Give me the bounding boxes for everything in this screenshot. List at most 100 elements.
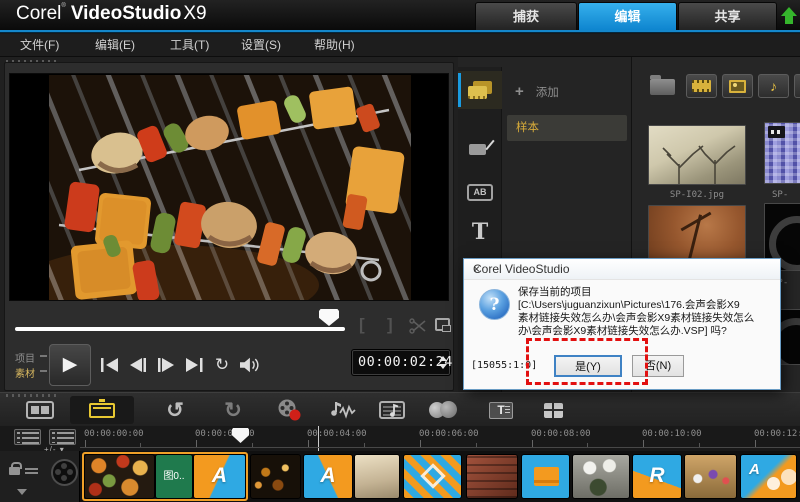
video-frame bbox=[9, 73, 449, 301]
filter-photo-button[interactable] bbox=[722, 74, 753, 98]
ruler-tick bbox=[755, 440, 756, 448]
message-line: 办\会声会影X9素材链接失效怎么办.VSP] 吗? bbox=[518, 325, 727, 337]
timeline-clip-grill[interactable] bbox=[466, 454, 518, 499]
timeline-ruler[interactable]: 00:00:00:00 00:00:02:00 00:00:04:00 00:0… bbox=[80, 426, 800, 451]
thumbnail-caption: SP- bbox=[772, 190, 789, 200]
transition-ab-icon: AB bbox=[467, 183, 493, 201]
ruler-tick bbox=[364, 443, 365, 448]
menu-settings[interactable]: 设置(S) bbox=[241, 34, 281, 57]
dialog-title-bar[interactable]: Corel VideoStudio × bbox=[464, 259, 780, 280]
category-media[interactable] bbox=[458, 71, 502, 109]
track-manager-button[interactable] bbox=[14, 429, 41, 445]
message-line: 素材链接失效怎么办\会声会影X9素材链接失效怎么 bbox=[518, 312, 755, 324]
position-line bbox=[318, 426, 319, 451]
yes-button[interactable]: 是(Y) bbox=[554, 355, 622, 377]
scrubber-handle[interactable] bbox=[319, 309, 339, 326]
timeline-transition-diamond[interactable] bbox=[403, 454, 462, 499]
message-line: [C:\Users\juguanzixun\Pictures\176.会声会影X… bbox=[518, 299, 740, 311]
volume-button[interactable] bbox=[236, 353, 262, 377]
split-screen-button[interactable] bbox=[534, 396, 572, 424]
timeline-transition[interactable]: R bbox=[632, 454, 682, 499]
filter-audio-button[interactable]: ♪ bbox=[758, 74, 789, 98]
track-manager-alt-button[interactable] bbox=[49, 429, 76, 445]
ripple-edit-icon[interactable] bbox=[25, 468, 38, 476]
save-project-dialog: Corel VideoStudio × ? 保存当前的项目 [C:\Users\… bbox=[463, 258, 781, 390]
folder-icon[interactable] bbox=[650, 75, 675, 95]
record-capture-button[interactable] bbox=[272, 396, 306, 424]
lock-icon[interactable] bbox=[9, 462, 22, 475]
trademark-mark: ® bbox=[61, 3, 66, 9]
mode-clip-label[interactable]: 素材 bbox=[15, 365, 35, 380]
timeline-clip-bbq[interactable] bbox=[84, 454, 155, 499]
timeline-clip-restaurant[interactable] bbox=[250, 454, 301, 499]
sound-mixer-button[interactable] bbox=[324, 396, 360, 424]
subtitle-editor-button[interactable]: T bbox=[482, 396, 520, 424]
tab-share[interactable]: 共享 bbox=[678, 2, 777, 30]
timecode-down-icon[interactable] bbox=[439, 364, 447, 369]
timeline-transition[interactable]: A bbox=[193, 454, 246, 499]
thumbnail-photo[interactable] bbox=[648, 125, 746, 185]
timeline-playhead[interactable] bbox=[232, 428, 249, 443]
add-folder-button[interactable]: + 添加 bbox=[515, 83, 559, 100]
mark-in-icon[interactable]: [ bbox=[359, 315, 365, 335]
circle-icon bbox=[781, 469, 796, 485]
timecode-up-icon[interactable] bbox=[439, 356, 447, 361]
timeline-view-icon bbox=[89, 398, 115, 418]
library-folder-sample[interactable]: 样本 bbox=[507, 115, 627, 141]
redo-button[interactable]: ↻ bbox=[216, 396, 250, 424]
circle-icon bbox=[767, 477, 780, 490]
menu-edit[interactable]: 编辑(E) bbox=[95, 34, 135, 57]
next-frame-button[interactable] bbox=[153, 353, 179, 377]
tab-capture[interactable]: 捕获 bbox=[475, 2, 577, 30]
ruler-label: 00:00:06:00 bbox=[419, 429, 479, 439]
menu-tools[interactable]: 工具(T) bbox=[170, 34, 209, 57]
logo-version: X9 bbox=[183, 3, 207, 24]
photo-icon bbox=[729, 79, 746, 93]
timeline-clip-market[interactable] bbox=[684, 454, 737, 499]
previous-frame-button[interactable] bbox=[125, 353, 151, 377]
timeline-transition-box[interactable] bbox=[521, 454, 570, 499]
no-button[interactable]: 否(N) bbox=[632, 355, 684, 377]
timeline-transition[interactable]: A bbox=[303, 454, 353, 499]
menu-help[interactable]: 帮助(H) bbox=[314, 34, 355, 57]
timeline-clip-interior[interactable] bbox=[354, 454, 400, 499]
split-clip-icon[interactable] bbox=[409, 318, 427, 334]
filter-extra-button[interactable] bbox=[794, 74, 800, 98]
video-track-icon[interactable] bbox=[51, 459, 78, 486]
timeline-view-button[interactable] bbox=[70, 396, 134, 424]
category-title[interactable]: T bbox=[458, 213, 502, 251]
undo-button[interactable]: ↺ bbox=[158, 396, 192, 424]
upgrade-arrow-icon[interactable] bbox=[781, 7, 797, 24]
ruler-label: 00:00:10:00 bbox=[642, 429, 702, 439]
mode-project-tick bbox=[40, 355, 47, 357]
timeline-toolbar: ↺ ↻ T bbox=[0, 392, 800, 426]
storyboard-view-button[interactable] bbox=[18, 396, 62, 424]
menu-file[interactable]: 文件(F) bbox=[20, 34, 59, 57]
home-button[interactable] bbox=[97, 353, 123, 377]
timeline-clip-photo[interactable]: 图0.. bbox=[155, 454, 193, 499]
close-icon[interactable]: × bbox=[473, 262, 771, 276]
filter-video-button[interactable] bbox=[686, 74, 717, 98]
timecode-field[interactable]: 00:00:02:24 bbox=[351, 349, 452, 376]
thumbnail-video[interactable] bbox=[764, 122, 800, 184]
ruler-tick bbox=[643, 440, 644, 448]
timeline-transition-circles[interactable]: A bbox=[740, 454, 797, 499]
crossfade-button[interactable] bbox=[424, 396, 464, 424]
enlarge-preview-icon[interactable] bbox=[435, 318, 451, 332]
mark-out-icon[interactable]: ] bbox=[387, 315, 393, 335]
tab-edit[interactable]: 编辑 bbox=[578, 2, 677, 30]
category-transition[interactable]: AB bbox=[458, 173, 502, 211]
video-badge-icon bbox=[768, 126, 785, 138]
logo-brand: Corel bbox=[16, 3, 62, 24]
mode-project-label[interactable]: 项目 bbox=[15, 350, 35, 365]
ruler-tick bbox=[308, 440, 309, 448]
preview-scrubber[interactable] bbox=[15, 327, 345, 331]
auto-music-button[interactable] bbox=[376, 396, 412, 424]
repeat-button[interactable]: ↻ bbox=[209, 353, 235, 377]
track-caret-icon[interactable] bbox=[17, 489, 27, 495]
timeline-clip-chefs[interactable] bbox=[572, 454, 630, 499]
menu-bar: 文件(F) 编辑(E) 工具(T) 设置(S) 帮助(H) bbox=[0, 34, 800, 57]
category-instant-project[interactable] bbox=[458, 129, 502, 167]
end-button[interactable] bbox=[181, 353, 207, 377]
play-button[interactable]: ▶ bbox=[49, 344, 91, 386]
